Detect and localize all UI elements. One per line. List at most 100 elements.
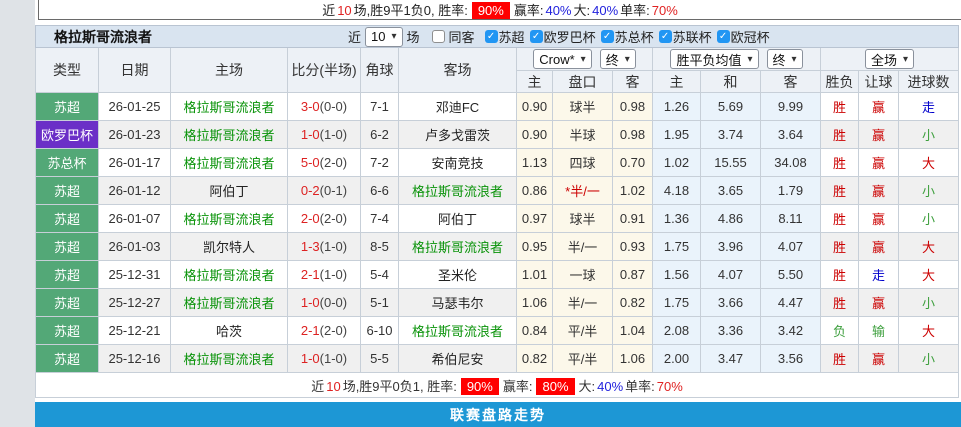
- result-goals: 小: [897, 288, 960, 317]
- fulltime-score: 3-0: [300, 99, 320, 114]
- score: 1-0(1-0): [287, 120, 361, 149]
- corner-score: 5-4: [360, 260, 399, 289]
- summary-segment: 10: [337, 3, 352, 18]
- odds-away: 0.98: [612, 120, 653, 149]
- odds-home: 1.13: [516, 148, 553, 177]
- away-team[interactable]: 阿伯丁: [398, 204, 517, 233]
- away-team[interactable]: 安南竞技: [398, 148, 517, 177]
- away-team[interactable]: 马瑟韦尔: [398, 288, 517, 317]
- fulltime-score: 1-3: [300, 239, 320, 254]
- league-trend-bar[interactable]: 联赛盘路走势: [35, 402, 961, 427]
- odds-home: 0.86: [516, 176, 553, 205]
- result-wdl: 胜: [820, 232, 859, 261]
- home-team[interactable]: 格拉斯哥流浪者: [170, 92, 288, 121]
- avg-stage-select[interactable]: 终 ▾: [766, 49, 803, 69]
- checkbox-checked-icon[interactable]: ✓: [716, 30, 730, 43]
- home-team[interactable]: 格拉斯哥流浪者: [170, 148, 288, 177]
- avg-away: 3.56: [760, 344, 821, 373]
- result-handicap: 赢: [858, 288, 899, 317]
- league-badge: 苏超: [35, 232, 99, 261]
- checkbox-unchecked-icon[interactable]: [431, 30, 445, 43]
- scope-select-cell: 全场 ▾: [819, 47, 960, 71]
- league-badge: 苏超: [35, 92, 99, 121]
- league-filter[interactable]: ✓ 苏联杯: [658, 27, 712, 46]
- home-team[interactable]: 格拉斯哥流浪者: [170, 260, 288, 289]
- league-filter[interactable]: ✓ 欧罗巴杯: [529, 27, 596, 46]
- result-wdl: 胜: [820, 288, 859, 317]
- away-team[interactable]: 邓迪FC: [398, 92, 517, 121]
- checkbox-checked-icon[interactable]: ✓: [529, 30, 543, 43]
- filter-controls: 近 10 ▾ 场 同客 ✓ 苏超 ✓ 欧罗巴杯 ✓ 苏总杯 ✓ 苏联杯 ✓ 欧冠杯: [348, 26, 773, 47]
- away-team[interactable]: 圣米伦: [398, 260, 517, 289]
- home-team[interactable]: 阿伯丁: [170, 176, 288, 205]
- col-header-odds-line: 盘口: [552, 70, 613, 93]
- avg-home: 2.00: [652, 344, 701, 373]
- match-date: 26-01-03: [98, 232, 171, 261]
- away-team[interactable]: 卢多戈雷茨: [398, 120, 517, 149]
- corner-score: 6-2: [360, 120, 399, 149]
- result-wdl: 胜: [820, 148, 859, 177]
- summary-segment: 90%: [471, 2, 510, 19]
- avg-home: 4.18: [652, 176, 701, 205]
- odds-away: 0.98: [612, 92, 653, 121]
- away-team[interactable]: 格拉斯哥流浪者: [398, 316, 517, 345]
- handicap-line: 平/半: [552, 316, 613, 345]
- match-date: 26-01-07: [98, 204, 171, 233]
- corner-score: 6-10: [360, 316, 399, 345]
- odds-stage-select[interactable]: 终 ▾: [599, 49, 636, 69]
- avg-type-select[interactable]: 胜平负均值 ▾: [670, 49, 759, 69]
- scope-select[interactable]: 全场 ▾: [865, 49, 915, 69]
- avg-away: 8.11: [760, 204, 821, 233]
- checkbox-checked-icon[interactable]: ✓: [484, 30, 498, 43]
- handicap-line: 四球: [552, 148, 613, 177]
- col-header-avg-home: 主: [652, 70, 701, 93]
- league-filter-label: 欧冠杯: [730, 30, 770, 45]
- bookmaker-select[interactable]: Crow* ▾: [533, 49, 592, 69]
- home-team[interactable]: 格拉斯哥流浪者: [170, 204, 288, 233]
- avg-draw: 3.96: [700, 232, 761, 261]
- result-goals: 大: [897, 232, 960, 261]
- odds-away: 0.70: [612, 148, 653, 177]
- top-summary: 近 10 场,胜9平1负0, 胜率: 90% 赢率: 40% 大: 40% 单率: 70%: [321, 0, 679, 19]
- handicap-line: 平/半: [552, 344, 613, 373]
- match-date: 26-01-17: [98, 148, 171, 177]
- avg-draw: 15.55: [700, 148, 761, 177]
- home-team[interactable]: 凯尔特人: [170, 232, 288, 261]
- home-team[interactable]: 哈茨: [170, 316, 288, 345]
- summary-segment: 赢率:: [513, 3, 544, 18]
- odds-away: 0.93: [612, 232, 653, 261]
- result-goals: 小: [897, 344, 960, 373]
- summary-segment: 大:: [573, 3, 591, 18]
- odds-home: 0.97: [516, 204, 553, 233]
- checkbox-checked-icon[interactable]: ✓: [658, 30, 672, 43]
- odds-home: 1.06: [516, 288, 553, 317]
- avg-away: 34.08: [760, 148, 821, 177]
- header-selects-row: 类型 日期 主场 比分(半场) 角球 客场 Crow* ▾ 终 ▾ 胜平负均值 …: [35, 47, 960, 93]
- match-count-select[interactable]: 10 ▾: [365, 26, 403, 47]
- league-filter[interactable]: ✓ 苏总杯: [600, 27, 654, 46]
- away-team[interactable]: 希伯尼安: [398, 344, 517, 373]
- away-team[interactable]: 格拉斯哥流浪者: [398, 176, 517, 205]
- odds-home: 0.84: [516, 316, 553, 345]
- league-filter-label: 苏联杯: [672, 30, 712, 45]
- odds-away: 0.82: [612, 288, 653, 317]
- home-team[interactable]: 格拉斯哥流浪者: [170, 120, 288, 149]
- result-handicap: 走: [858, 260, 899, 289]
- result-goals: 走: [897, 92, 960, 121]
- score: 1-3(1-0): [287, 232, 361, 261]
- fulltime-score: 0-2: [300, 183, 320, 198]
- summary-segment: 70%: [656, 378, 683, 394]
- avg-draw: 4.07: [700, 260, 761, 289]
- away-team[interactable]: 格拉斯哥流浪者: [398, 232, 517, 261]
- checkbox-checked-icon[interactable]: ✓: [600, 30, 614, 43]
- league-filter[interactable]: ✓ 苏超: [484, 27, 525, 46]
- home-team[interactable]: 格拉斯哥流浪者: [170, 344, 288, 373]
- home-team[interactable]: 格拉斯哥流浪者: [170, 288, 288, 317]
- avg-select-cell: 胜平负均值 ▾ 终 ▾: [652, 47, 821, 71]
- handicap-select-cell: Crow* ▾ 终 ▾: [516, 47, 653, 71]
- result-goals: 大: [897, 316, 960, 345]
- league-filter[interactable]: ✓ 欧冠杯: [716, 27, 770, 46]
- halftime-score: (0-0): [319, 99, 348, 114]
- same-venue-filter[interactable]: 同客: [431, 27, 475, 46]
- avg-draw: 3.74: [700, 120, 761, 149]
